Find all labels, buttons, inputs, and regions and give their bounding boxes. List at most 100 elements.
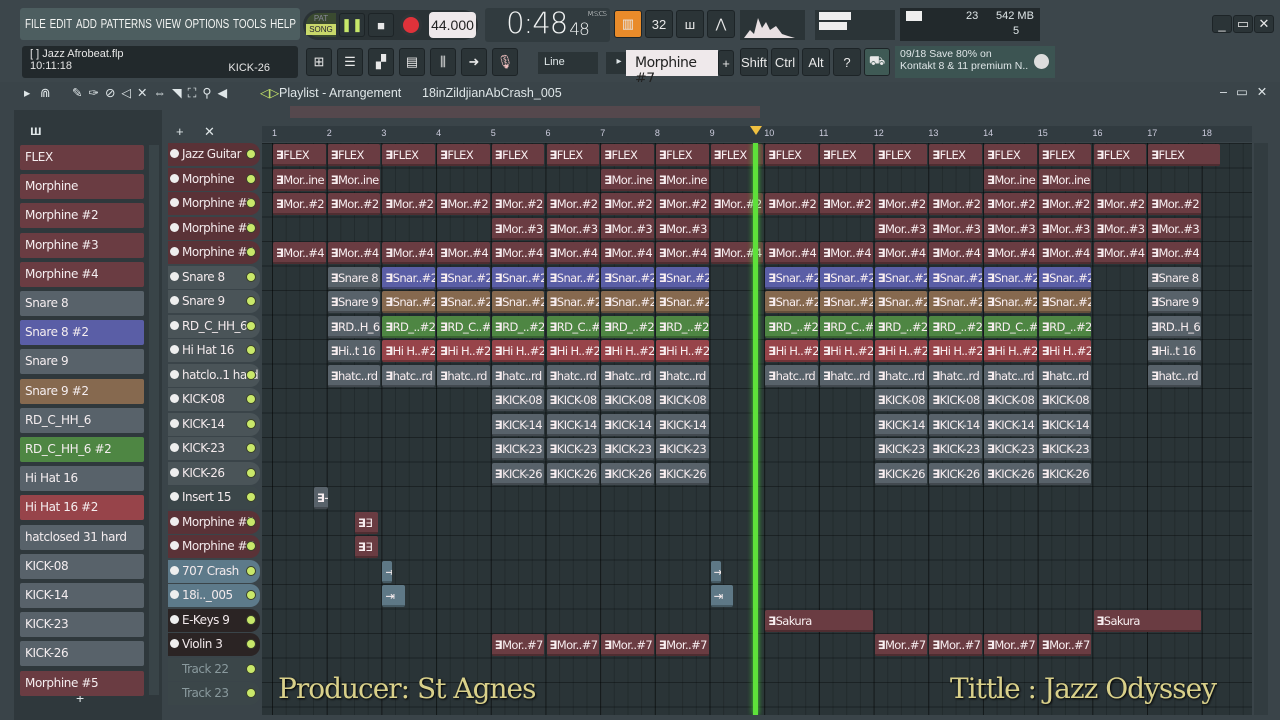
pattern-clip[interactable]: ∃FLEX bbox=[601, 144, 654, 166]
pattern-clip[interactable]: ∃Snar..#2 bbox=[820, 266, 873, 289]
playlist-icon[interactable]: ▤ bbox=[399, 48, 425, 76]
tempo-field[interactable]: 44.000 bbox=[429, 12, 476, 38]
channel-item[interactable]: Morphine bbox=[20, 174, 144, 200]
track-mute-led[interactable] bbox=[246, 590, 256, 600]
pattern-clip[interactable]: ∃Hi H..#2 bbox=[601, 340, 654, 362]
pattern-clip[interactable]: ∃Hi..t 16 bbox=[1148, 340, 1201, 362]
pattern-clip[interactable]: ∃KICK-08 bbox=[601, 389, 654, 411]
pattern-clip[interactable]: ∃Sakura bbox=[1093, 609, 1201, 632]
menu-tools[interactable]: TOOLS bbox=[233, 16, 266, 31]
track-mute-led[interactable] bbox=[246, 614, 256, 625]
track-mute-led[interactable] bbox=[246, 369, 256, 380]
pattern-clip[interactable]: ∃Mor..#2 bbox=[765, 193, 818, 215]
pattern-clip[interactable]: ∃RD_..#2 bbox=[655, 315, 709, 338]
pattern-clip[interactable]: ∃RD_..#2 bbox=[382, 315, 436, 338]
news-panel[interactable]: 09/18 Save 80% on Kontakt 8 & 11 premium… bbox=[895, 46, 1055, 78]
pattern-clip[interactable]: ∃RD_..#2 bbox=[491, 315, 545, 338]
pattern-clip[interactable]: ∃Mor..#4 bbox=[1148, 242, 1201, 264]
shift-key-button[interactable]: Shift bbox=[740, 48, 768, 76]
pattern-clip[interactable]: ∃RD_..#2 bbox=[874, 315, 928, 338]
track-header[interactable]: RD_C_HH_6 bbox=[168, 314, 260, 338]
pattern-clip[interactable]: ∃Mor..#7 bbox=[655, 634, 709, 656]
metronome-icon[interactable]: ⋀ bbox=[707, 10, 735, 38]
pattern-clip[interactable]: ∃Hi H..#2 bbox=[382, 340, 436, 362]
pattern-clip[interactable]: ∃Mor..#4 bbox=[491, 242, 545, 264]
pattern-clip[interactable]: ∃Hi H..#2 bbox=[765, 340, 818, 362]
pattern-clip[interactable]: ∃⇥ bbox=[314, 487, 329, 509]
track-header[interactable]: KICK-23 bbox=[168, 437, 260, 460]
pattern-clip[interactable]: ∃Snar..#2 bbox=[874, 291, 928, 313]
track-header[interactable]: Hi Hat 16 bbox=[168, 339, 260, 362]
pattern-clip[interactable]: ∃hatc..rd bbox=[327, 364, 381, 387]
track-mute-led[interactable] bbox=[246, 222, 256, 233]
track-header[interactable]: 18i.._005 bbox=[168, 584, 260, 607]
pattern-clip[interactable]: ∃Mor..#3 bbox=[491, 217, 545, 240]
channel-item[interactable]: Morphine #2 bbox=[20, 203, 144, 229]
pattern-clip[interactable]: ∃Hi H..#2 bbox=[1038, 340, 1092, 362]
pattern-clip[interactable]: ∃RD_C..#2 bbox=[546, 315, 600, 338]
pattern-clip[interactable]: ∃Mor..#2 bbox=[1093, 193, 1147, 215]
pattern-clip[interactable]: ∃Sakura bbox=[765, 609, 873, 632]
track-header[interactable]: E-Keys 9 bbox=[168, 608, 260, 632]
pattern-clip[interactable]: ∃KICK-26 bbox=[655, 462, 709, 485]
menu-help[interactable]: HELP bbox=[270, 16, 296, 31]
channel-item[interactable]: RD_C_HH_6 #2 bbox=[20, 437, 144, 462]
pattern-clip[interactable]: ∃Hi H..#2 bbox=[491, 340, 545, 362]
pattern-clip[interactable]: ∃hatc..rd bbox=[546, 364, 600, 387]
pattern-clip[interactable]: ∃KICK-23 bbox=[546, 438, 600, 460]
pattern-clip[interactable]: ∃Mor..#3 bbox=[929, 217, 983, 240]
track-header[interactable]: Morphine #5 bbox=[168, 510, 260, 534]
pattern-clip[interactable]: ∃Snar..#2 bbox=[601, 266, 654, 289]
pattern-clip[interactable]: ∃Hi H..#2 bbox=[874, 340, 928, 362]
pattern-clip[interactable]: ∃Mor..#3 bbox=[655, 217, 709, 240]
window-controls[interactable]: –▭✕ bbox=[1220, 84, 1276, 99]
pattern-clip[interactable]: ∃FLEX bbox=[929, 144, 983, 166]
pattern-clip[interactable]: ∃Mor..#2 bbox=[655, 193, 709, 215]
pattern-clip[interactable]: ∃Mor..#4 bbox=[437, 242, 490, 264]
pattern-clip[interactable]: ∃FLEX bbox=[820, 144, 873, 166]
pattern-clip[interactable]: ∃FLEX bbox=[546, 144, 600, 166]
pattern-clip[interactable]: ∃Mor..#2 bbox=[601, 193, 654, 215]
pattern-clip[interactable]: ∃Snar..#2 bbox=[601, 291, 654, 313]
track-mute-led[interactable] bbox=[246, 271, 256, 282]
pattern-clip[interactable]: ∃Mor..ine bbox=[1038, 168, 1092, 191]
pattern-clip[interactable]: ∃Snar..#2 bbox=[929, 291, 983, 313]
pattern-clip[interactable]: ∃KICK-23 bbox=[655, 438, 709, 460]
pattern-clip[interactable]: ∃Hi..t 16 bbox=[327, 340, 381, 362]
menu-patterns[interactable]: PATTERNS bbox=[101, 16, 152, 31]
pattern-clip[interactable]: ∃Snar..#2 bbox=[655, 266, 709, 289]
pattern-clip[interactable]: ∃Mor..#4 bbox=[820, 242, 873, 264]
piano-roll-window-icon[interactable]: ▞ bbox=[368, 48, 394, 76]
pattern-clip[interactable]: ∃Snar..#2 bbox=[1038, 266, 1092, 289]
pattern-clip[interactable]: ∃Snar..#2 bbox=[765, 291, 818, 313]
pattern-clip[interactable]: ∃Snare 9 bbox=[1148, 291, 1201, 313]
pattern-clip[interactable]: ∃Mor..#4 bbox=[546, 242, 600, 264]
pattern-clip[interactable]: ∃Snar..#2 bbox=[1038, 291, 1092, 313]
channel-rack-toggle-icon[interactable]: ш bbox=[30, 122, 42, 138]
browser-icon[interactable]: ⊞ bbox=[306, 48, 332, 76]
track-header[interactable]: Snare 9 bbox=[168, 290, 260, 313]
track-header[interactable]: Track 23 bbox=[168, 682, 260, 705]
pattern-clip[interactable]: ∃RD_..#2 bbox=[929, 315, 983, 338]
track-mute-led[interactable] bbox=[246, 467, 256, 478]
pattern-clip[interactable]: ∃Hi H..#2 bbox=[437, 340, 490, 362]
pattern-clip[interactable]: ∃hatc..rd bbox=[1038, 364, 1092, 387]
tool-icons[interactable]: ✎✑⊘◁✕⇔◥⛶⚲◀ bbox=[72, 85, 233, 101]
pattern-clip[interactable]: ∃KICK-26 bbox=[874, 462, 928, 485]
vertical-scrollbar[interactable] bbox=[1254, 143, 1268, 715]
pattern-clip[interactable]: ∃hatc..rd bbox=[929, 364, 983, 387]
track-mute-led[interactable] bbox=[246, 149, 256, 159]
channel-item[interactable]: KICK-26 bbox=[20, 641, 144, 667]
pattern-clip[interactable]: ⇥ bbox=[382, 560, 393, 583]
pattern-clip[interactable]: ∃FLEX bbox=[327, 144, 381, 166]
pattern-clip[interactable]: ∃Snar..#2 bbox=[874, 266, 928, 289]
pattern-clip[interactable]: ∃KICK-08 bbox=[655, 389, 709, 411]
track-header[interactable]: KICK-14 bbox=[168, 412, 260, 436]
track-header[interactable]: Violin 3 bbox=[168, 633, 260, 656]
pattern-clip[interactable]: ∃Mor..#2 bbox=[1038, 193, 1092, 215]
pattern-clip[interactable]: ∃FLEX bbox=[1038, 144, 1092, 166]
channel-item[interactable]: Morphine #4 bbox=[20, 261, 144, 287]
track-header[interactable]: Insert 15 bbox=[168, 486, 260, 509]
pattern-clip[interactable]: ∃FLEX bbox=[655, 144, 709, 166]
pattern-clip[interactable]: ∃Hi H..#2 bbox=[984, 340, 1037, 362]
